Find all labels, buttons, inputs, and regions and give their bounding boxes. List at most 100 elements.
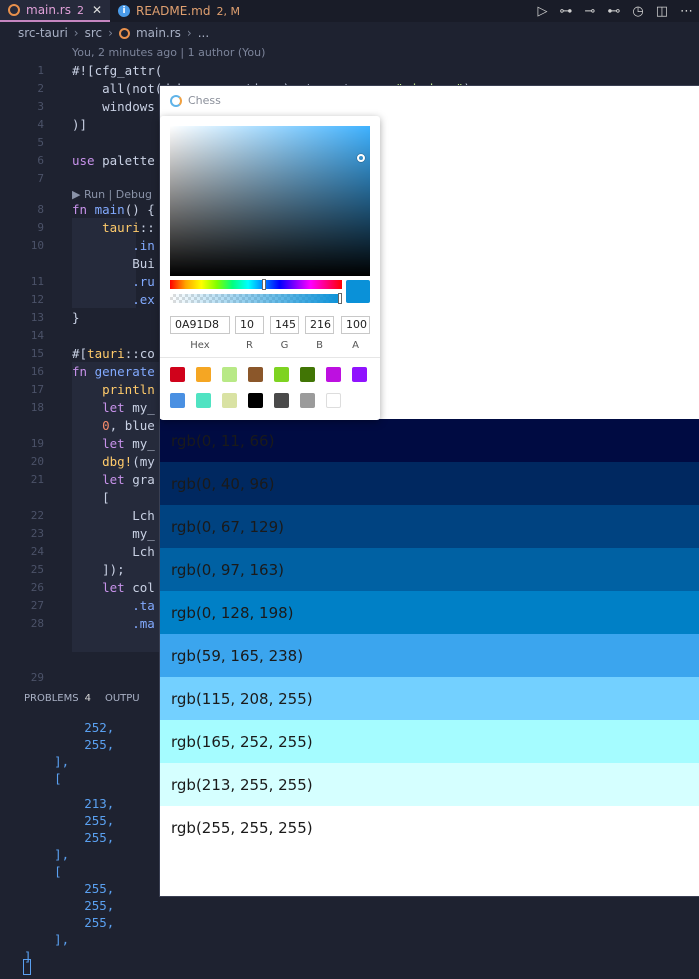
color-swatch[interactable]: rgb(255, 255, 255)	[160, 806, 699, 849]
git-compare-icon[interactable]: ⊸	[584, 4, 595, 19]
preset-color-swatch[interactable]	[274, 367, 289, 382]
code-text: Bui	[72, 255, 155, 271]
code-text: tauri::	[102, 219, 155, 235]
alpha-input[interactable]: 100	[341, 316, 370, 334]
git-next-icon[interactable]: ⊷	[607, 4, 620, 19]
terminal-line: ],	[24, 754, 70, 769]
code-line[interactable]: 1 #![cfg_attr(	[0, 61, 699, 79]
chevron-right-icon: ›	[73, 26, 79, 40]
code-text: Lch	[72, 507, 155, 523]
git-commit-icon[interactable]: ⊶	[559, 4, 572, 19]
preset-color-swatch[interactable]	[222, 393, 237, 408]
terminal-line: 213,	[24, 796, 115, 811]
red-label: R	[246, 340, 253, 351]
close-icon[interactable]: ✕	[92, 3, 102, 17]
tab-label: PROBLEMS	[24, 692, 79, 704]
preset-color-swatch[interactable]	[352, 367, 367, 382]
blue-label: B	[316, 340, 323, 351]
hue-handle[interactable]	[262, 279, 267, 290]
line-number: 3	[37, 99, 44, 113]
split-editor-icon[interactable]: ◫	[656, 4, 668, 19]
preset-color-swatch[interactable]	[248, 367, 263, 382]
line-number: 29	[30, 670, 44, 684]
code-text: 0, blue	[102, 417, 155, 433]
color-swatch[interactable]: rgb(0, 67, 129)	[160, 505, 699, 548]
preset-color-swatch[interactable]	[300, 367, 315, 382]
tab-main-rs[interactable]: main.rs 2 ✕	[0, 0, 111, 22]
code-text: .ma	[132, 615, 155, 631]
color-swatch[interactable]: rgb(0, 11, 66)	[160, 419, 699, 462]
tab-problems[interactable]: PROBLEMS 4	[24, 693, 91, 704]
hue-slider[interactable]	[170, 279, 342, 290]
breadcrumb-item[interactable]: src-tauri	[18, 26, 68, 40]
preset-color-swatch[interactable]	[196, 393, 211, 408]
line-number: 12	[30, 292, 44, 306]
terminal-line: 255,	[24, 813, 115, 828]
code-text: windows	[72, 98, 155, 114]
git-history-icon[interactable]: ◷	[632, 4, 643, 19]
color-swatch[interactable]: rgb(0, 40, 96)	[160, 462, 699, 505]
terminal-line: ],	[24, 932, 70, 947]
preset-color-swatch[interactable]	[222, 367, 237, 382]
preset-color-swatch[interactable]	[170, 393, 185, 408]
breadcrumb-item[interactable]: ...	[198, 26, 209, 40]
color-swatch[interactable]: rgb(213, 255, 255)	[160, 763, 699, 806]
green-input[interactable]: 145	[270, 316, 299, 334]
line-number: 25	[30, 562, 44, 576]
blue-input[interactable]: 216	[305, 316, 334, 334]
terminal-line: 252,	[24, 720, 115, 735]
code-text: #[tauri::co	[72, 345, 155, 361]
chevron-right-icon: ›	[186, 26, 192, 40]
saturation-handle[interactable]	[357, 154, 365, 162]
color-swatch[interactable]: rgb(0, 97, 163)	[160, 548, 699, 591]
editor-actions: ▷ ⊶ ⊸ ⊷ ◷ ◫ ⋯	[537, 0, 693, 22]
code-text: println	[102, 381, 155, 397]
code-text: Lch	[72, 543, 155, 559]
terminal-line: 255,	[24, 830, 115, 845]
color-swatch[interactable]: rgb(59, 165, 238)	[160, 634, 699, 677]
terminal-line: ],	[24, 847, 70, 862]
color-swatch[interactable]: rgb(165, 252, 255)	[160, 720, 699, 763]
rust-file-icon	[118, 27, 130, 39]
preset-color-swatch[interactable]	[248, 393, 263, 408]
line-number: 7	[37, 171, 44, 185]
preset-color-swatch[interactable]	[326, 367, 341, 382]
tab-readme-md[interactable]: i README.md 2, M	[110, 0, 248, 22]
line-number: 17	[30, 382, 44, 396]
preset-color-swatch[interactable]	[326, 393, 341, 408]
color-swatch[interactable]: rgb(0, 128, 198)	[160, 591, 699, 634]
preset-color-swatch[interactable]	[274, 393, 289, 408]
breadcrumb-item[interactable]: main.rs	[136, 26, 181, 40]
line-number: 18	[30, 400, 44, 414]
color-swatch[interactable]: rgb(115, 208, 255)	[160, 677, 699, 720]
tab-problem-badge: 2	[76, 3, 84, 17]
git-blame-annotation: You, 2 minutes ago | 1 author (You)	[72, 46, 266, 59]
run-icon[interactable]: ▷	[537, 4, 547, 19]
preset-color-swatch[interactable]	[300, 393, 315, 408]
code-text: .in	[132, 237, 155, 253]
terminal-line: [	[24, 864, 62, 879]
tab-problem-badge: 2, M	[216, 4, 240, 18]
code-text: }	[72, 309, 80, 325]
line-number: 2	[37, 81, 44, 95]
preset-color-swatch[interactable]	[196, 367, 211, 382]
alpha-handle[interactable]	[338, 293, 342, 304]
breadcrumb: src-tauri › src › main.rs › ...	[0, 22, 699, 44]
line-number: 24	[30, 544, 44, 558]
line-number: 20	[30, 454, 44, 468]
alpha-slider[interactable]	[170, 293, 342, 304]
divider	[160, 357, 380, 358]
code-text: let my_	[102, 399, 155, 415]
alpha-label: A	[352, 340, 359, 351]
red-input[interactable]: 10	[235, 316, 264, 334]
hex-input[interactable]: 0A91D8	[170, 316, 230, 334]
preset-color-swatch[interactable]	[170, 367, 185, 382]
tab-output[interactable]: OUTPU	[105, 693, 140, 704]
line-number: 11	[30, 274, 44, 288]
code-text: ]);	[72, 561, 125, 577]
code-text: #![cfg_attr(	[72, 62, 163, 78]
line-number: 10	[30, 238, 44, 252]
saturation-area[interactable]	[170, 126, 370, 276]
breadcrumb-item[interactable]: src	[85, 26, 103, 40]
more-actions-icon[interactable]: ⋯	[680, 4, 693, 19]
